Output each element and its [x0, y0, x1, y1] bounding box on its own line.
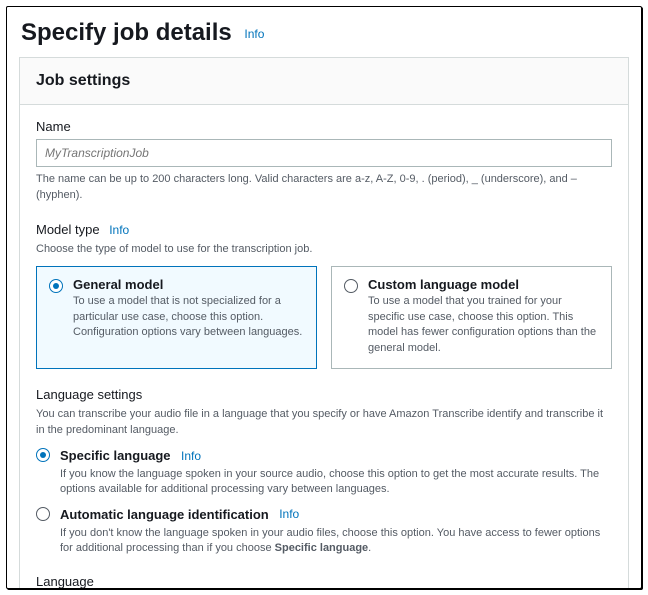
- language-label: Language: [36, 574, 612, 589]
- tile-general-model[interactable]: General model To use a model that is not…: [36, 266, 317, 369]
- name-input[interactable]: [36, 139, 612, 167]
- specific-language-desc: If you know the language spoken in your …: [60, 467, 612, 498]
- radio-icon: [49, 279, 63, 293]
- page-title: Specify job details Info: [7, 7, 641, 57]
- model-type-label-text: Model type: [36, 222, 100, 237]
- model-type-label: Model type Info: [36, 222, 612, 238]
- name-label: Name: [36, 119, 612, 134]
- job-settings-body: Name The name can be up to 200 character…: [20, 105, 628, 589]
- radio-icon: [36, 507, 50, 521]
- tile-custom-language-model[interactable]: Custom language model To use a model tha…: [331, 266, 612, 369]
- model-type-hint: Choose the type of model to use for the …: [36, 242, 612, 258]
- specific-language-info-link[interactable]: Info: [181, 449, 201, 463]
- page-title-text: Specify job details: [21, 19, 232, 46]
- language-settings-hint: You can transcribe your audio file in a …: [36, 407, 612, 439]
- language-settings-label: Language settings: [36, 387, 612, 402]
- auto-language-desc: If you don't know the language spoken in…: [60, 526, 612, 557]
- radio-specific-language[interactable]: Specific language Info If you know the l…: [36, 447, 612, 498]
- auto-language-info-link[interactable]: Info: [279, 507, 299, 521]
- job-settings-panel: Job settings Name The name can be up to …: [19, 57, 629, 589]
- custom-model-title: Custom language model: [368, 277, 599, 292]
- general-model-title: General model: [73, 277, 304, 292]
- job-settings-heading: Job settings: [20, 58, 628, 105]
- model-type-info-link[interactable]: Info: [109, 223, 129, 237]
- radio-icon: [344, 279, 358, 293]
- specific-language-title: Specific language: [60, 448, 171, 463]
- page-info-link[interactable]: Info: [244, 27, 264, 41]
- name-hint: The name can be up to 200 characters lon…: [36, 172, 612, 204]
- model-type-tiles: General model To use a model that is not…: [36, 266, 612, 369]
- custom-model-desc: To use a model that you trained for your…: [368, 294, 599, 356]
- auto-language-title: Automatic language identification: [60, 507, 269, 522]
- general-model-desc: To use a model that is not specialized f…: [73, 294, 304, 340]
- radio-icon: [36, 448, 50, 462]
- radio-automatic-language-identification[interactable]: Automatic language identification Info I…: [36, 506, 612, 557]
- page-container: Specify job details Info Job settings Na…: [6, 6, 642, 589]
